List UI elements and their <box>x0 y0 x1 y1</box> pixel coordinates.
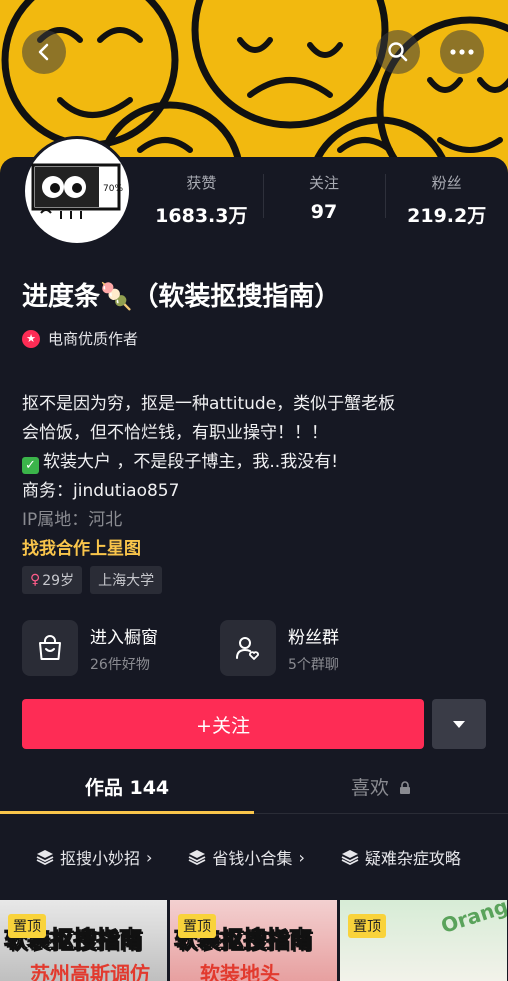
stat-label: 获赞 <box>186 174 217 192</box>
collection-chip[interactable]: 省钱小合集 › <box>188 845 305 869</box>
collections-row: 抠搜小妙招 › 省钱小合集 › 疑难杂症攻略 <box>0 832 508 882</box>
layers-icon <box>189 850 206 865</box>
video-thumbnail[interactable]: 软装抠搜指南 软装地头 置顶 <box>170 900 337 981</box>
tab-works[interactable]: 作品 144 <box>0 764 254 813</box>
back-button[interactable] <box>22 30 66 74</box>
thumbnail-subtitle: 软装地头 <box>200 962 280 981</box>
caret-down-icon <box>453 720 465 728</box>
fan-group-entry[interactable]: 粉丝群 5个群聊 <box>220 620 418 676</box>
bio-line: ✓ 软装大户 ，不是段子博主，我..我没有! <box>22 448 492 477</box>
pinned-badge: 置顶 <box>8 914 46 938</box>
search-button[interactable] <box>376 30 420 74</box>
chevron-right-icon: › <box>298 847 305 867</box>
avatar[interactable]: 70% <box>22 136 132 246</box>
svg-text:70%: 70% <box>103 184 123 194</box>
chevron-left-icon <box>38 43 49 61</box>
video-thumbnail[interactable]: 软装抠搜指南 苏州高斯调仿 置顶 <box>0 900 167 981</box>
age-tag: ♀ 29岁 <box>22 566 83 594</box>
stat-following[interactable]: 关注 97 <box>262 168 386 228</box>
layers-icon <box>341 850 359 865</box>
collection-chip[interactable]: 疑难杂症攻略 <box>341 845 461 869</box>
badge-label: 电商优质作者 <box>48 330 139 348</box>
more-icon <box>450 49 474 55</box>
stat-label: 关注 <box>309 174 340 192</box>
shopping-bag-icon <box>22 620 78 676</box>
stat-label: 粉丝 <box>431 174 462 192</box>
ip-location: IP属地：河北 <box>22 510 123 530</box>
stat-value: 1683.3万 <box>155 205 248 227</box>
shop-window-entry[interactable]: 进入橱窗 26件好物 <box>22 620 220 676</box>
collection-label: 省钱小合集 <box>212 849 293 868</box>
fan-group-icon <box>220 620 276 676</box>
thumbnail-title: Orang <box>437 900 507 939</box>
star-badge-icon: ★ <box>22 329 40 348</box>
female-icon: ♀ <box>30 572 41 588</box>
pinned-badge: 置顶 <box>178 914 216 938</box>
stat-followers[interactable]: 粉丝 219.2万 <box>385 168 508 228</box>
shortcut-subtitle: 5个群聊 <box>288 656 339 673</box>
tab-likes-label: 喜欢 <box>350 777 389 799</box>
profile-bio: 抠不是因为穷，抠是一种attitude，类似于蟹老板 会恰饭，但不恰烂钱，有职业… <box>22 390 492 564</box>
layers-icon <box>36 850 54 865</box>
thumbnail-subtitle: 苏州高斯调仿 <box>30 962 150 981</box>
pinned-badge: 置顶 <box>348 914 386 938</box>
bio-line: 抠不是因为穷，抠是一种attitude，类似于蟹老板 <box>22 394 396 414</box>
more-button[interactable] <box>440 30 484 74</box>
bio-line: 商务：jindutiao857 <box>22 481 180 501</box>
creator-badge[interactable]: ★ 电商优质作者 <box>22 328 138 349</box>
collection-label: 疑难杂症攻略 <box>364 849 461 868</box>
profile-stats: 获赞 1683.3万 关注 97 粉丝 219.2万 <box>140 168 508 228</box>
recommend-dropdown-button[interactable] <box>432 699 486 749</box>
collection-chip[interactable]: 抠搜小妙招 › <box>36 845 152 869</box>
active-tab-indicator <box>0 811 254 814</box>
profile-tags: ♀ 29岁 上海大学 <box>22 566 163 594</box>
age-label: 29岁 <box>42 573 75 589</box>
avatar-logo-image: 70% <box>31 163 123 219</box>
check-mark-icon: ✓ <box>22 457 39 474</box>
stat-value: 97 <box>310 201 338 223</box>
stat-likes[interactable]: 获赞 1683.3万 <box>140 168 263 228</box>
collection-label: 抠搜小妙招 <box>60 849 141 868</box>
shortcut-title: 粉丝群 <box>288 627 339 648</box>
tab-likes[interactable]: 喜欢 <box>254 764 508 813</box>
search-icon <box>388 42 408 62</box>
content-tabs: 作品 144 喜欢 <box>0 764 508 814</box>
follow-button[interactable]: +关注 <box>22 699 424 749</box>
video-thumbnail[interactable]: Orang 置顶 <box>340 900 507 981</box>
shortcut-title: 进入橱窗 <box>90 627 158 648</box>
chevron-right-icon: › <box>146 847 153 867</box>
stat-value: 219.2万 <box>407 205 487 227</box>
video-grid: 软装抠搜指南 苏州高斯调仿 置顶 软装抠搜指南 软装地头 置顶 Orang 置顶 <box>0 900 508 981</box>
shortcut-subtitle: 26件好物 <box>90 656 150 673</box>
lock-icon <box>400 781 411 794</box>
school-tag[interactable]: 上海大学 <box>90 566 163 594</box>
star-map-link[interactable]: 找我合作上星图 <box>22 535 492 564</box>
shortcuts-row: 进入橱窗 26件好物 粉丝群 5个群聊 <box>22 620 418 676</box>
bio-line-text: 软装大户 ，不是段子博主，我..我没有! <box>43 452 339 472</box>
bio-line: 会恰饭，但不恰烂钱，有职业操守！！！ <box>22 423 328 443</box>
profile-name: 进度条🍡（软装抠搜指南） <box>22 282 341 312</box>
